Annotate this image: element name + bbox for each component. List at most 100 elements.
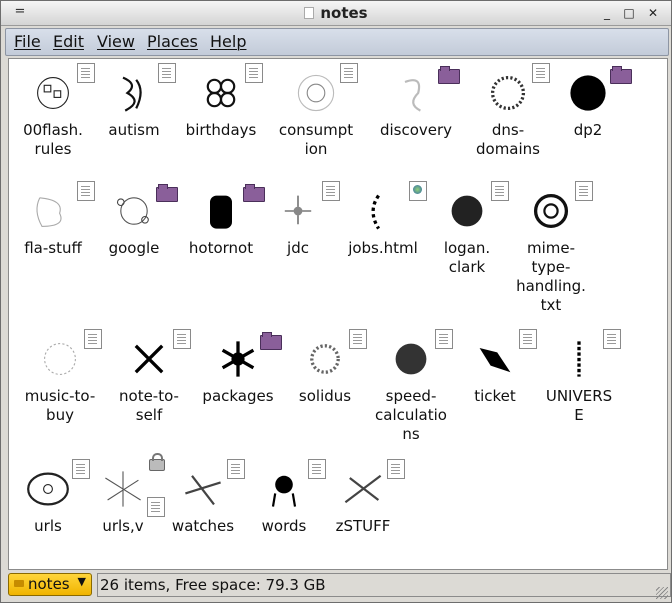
file-name: UNIVERS E xyxy=(545,387,613,424)
file-name: note-to- self xyxy=(119,387,179,424)
document-badge-icon xyxy=(340,63,358,83)
doc-thumb-icon xyxy=(86,61,182,121)
dropdown-arrow-icon: ▼ xyxy=(77,575,86,588)
file-name: birthdays xyxy=(185,121,257,139)
file-name: speed- calculatio ns xyxy=(375,387,447,443)
file-name: packages xyxy=(202,387,274,405)
location-button[interactable]: notes ▼ xyxy=(8,573,92,596)
file-name: ticket xyxy=(474,387,516,405)
location-label: notes xyxy=(28,575,70,593)
title-bar[interactable]: = notes _ □ ✕ xyxy=(1,1,671,26)
resize-grip[interactable] xyxy=(656,587,668,599)
menu-edit[interactable]: Edit xyxy=(53,32,84,51)
file-item[interactable]: jdc xyxy=(250,179,346,258)
thumbnail-drawing xyxy=(206,78,236,108)
file-item[interactable]: google xyxy=(86,179,182,258)
thumbnail-drawing xyxy=(37,77,69,109)
doc-thumb-icon xyxy=(363,327,459,387)
thumbnail-drawing xyxy=(27,472,69,506)
document-badge-icon xyxy=(387,459,405,479)
file-name: discovery xyxy=(379,121,453,139)
document-badge-icon xyxy=(173,329,191,349)
folder-badge-icon xyxy=(610,66,632,84)
doc-thumb-icon xyxy=(101,327,197,387)
doc-thumb-icon xyxy=(503,179,599,239)
thumbnail-drawing xyxy=(284,195,312,225)
file-item[interactable]: jobs.html xyxy=(335,179,431,258)
file-item[interactable]: consumpt ion xyxy=(268,61,364,159)
thumbnail-drawing xyxy=(105,471,141,507)
thumbnail-drawing xyxy=(221,341,255,377)
thumbnail-drawing xyxy=(479,348,511,373)
file-item[interactable]: note-to- self xyxy=(101,327,197,425)
file-name: autism xyxy=(108,121,160,139)
file-name: jdc xyxy=(287,239,309,257)
file-item[interactable]: logan. clark xyxy=(419,179,515,277)
file-name: dp2 xyxy=(573,121,603,139)
doc-thumb-icon xyxy=(268,61,364,121)
menu-view[interactable]: View xyxy=(97,32,135,51)
thumbnail-drawing xyxy=(490,75,526,111)
file-name: solidus xyxy=(298,387,352,405)
file-item[interactable]: ticket xyxy=(447,327,543,406)
thumbnail-drawing xyxy=(344,474,382,504)
thumbnail-drawing xyxy=(577,341,581,377)
folder-thumb-icon xyxy=(190,327,286,387)
title-doc-icon xyxy=(304,7,315,19)
thumbnail-drawing xyxy=(404,79,421,112)
file-name: consumpt ion xyxy=(278,121,354,158)
html-thumb-icon xyxy=(335,179,431,239)
file-item[interactable]: dp2 xyxy=(540,61,636,140)
close-button[interactable]: ✕ xyxy=(645,5,661,21)
thumbnail-drawing xyxy=(570,75,606,111)
doc-thumb-icon xyxy=(315,457,411,517)
menu-help[interactable]: Help xyxy=(210,32,246,51)
file-name: google xyxy=(108,239,160,257)
file-name: music-to- buy xyxy=(24,387,96,424)
document-badge-icon xyxy=(575,181,593,201)
thumbnail-drawing xyxy=(134,344,164,374)
file-name: zSTUFF xyxy=(335,517,391,535)
document-badge-icon xyxy=(84,329,102,349)
doc-thumb-icon xyxy=(531,327,627,387)
file-icon-view[interactable]: 00flash. rules autism birthdays consumpt io… xyxy=(8,58,668,570)
status-text: 26 items, Free space: 79.3 GB xyxy=(97,573,671,597)
file-name: jobs.html xyxy=(348,239,418,257)
file-item[interactable]: music-to- buy xyxy=(12,327,108,425)
doc-thumb-icon xyxy=(12,327,108,387)
thumbnail-drawing xyxy=(533,193,569,229)
doc-thumb-icon xyxy=(447,327,543,387)
document-badge-icon xyxy=(245,63,263,83)
thumbnail-drawing xyxy=(451,195,483,227)
thumbnail-drawing xyxy=(271,475,297,507)
file-item[interactable]: discovery xyxy=(368,61,464,140)
thumbnail-drawing xyxy=(44,343,76,375)
file-item[interactable]: UNIVERS E xyxy=(531,327,627,425)
file-item[interactable]: solidus xyxy=(277,327,373,406)
maximize-button[interactable]: □ xyxy=(621,5,637,21)
menu-places[interactable]: Places xyxy=(147,32,198,51)
thumbnail-drawing xyxy=(185,475,221,506)
file-item[interactable]: autism xyxy=(86,61,182,140)
window-title: notes xyxy=(1,4,671,22)
thumbnail-drawing xyxy=(297,74,335,112)
file-item[interactable]: packages xyxy=(190,327,286,406)
file-name: mime- type- handling. txt xyxy=(516,239,586,314)
folder-icon xyxy=(14,580,24,587)
file-item[interactable]: birthdays xyxy=(173,61,269,140)
folder-thumb-icon xyxy=(540,61,636,121)
file-manager-window: = notes _ □ ✕ File Edit View Places Help… xyxy=(0,0,672,603)
window-title-text: notes xyxy=(320,4,368,22)
thumbnail-drawing xyxy=(310,344,340,374)
status-bar: notes ▼ 26 items, Free space: 79.3 GB xyxy=(1,572,671,600)
file-item[interactable]: mime- type- handling. txt xyxy=(503,179,599,315)
folder-badge-icon xyxy=(438,66,460,84)
file-item[interactable]: speed- calculatio ns xyxy=(363,327,459,444)
thumbnail-drawing xyxy=(122,76,142,112)
folder-thumb-icon xyxy=(368,61,464,121)
minimize-button[interactable]: _ xyxy=(599,5,615,21)
thumbnail-drawing xyxy=(371,194,381,230)
file-item[interactable]: zSTUFF xyxy=(315,457,411,536)
folder-thumb-icon xyxy=(86,179,182,239)
menu-file[interactable]: File xyxy=(14,32,41,51)
